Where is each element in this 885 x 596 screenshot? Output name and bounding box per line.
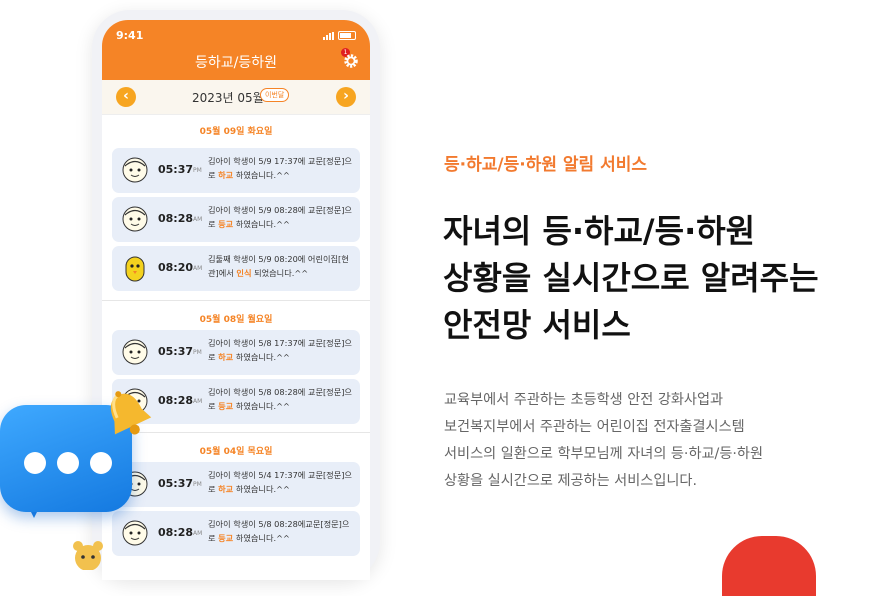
description-line: 보건복지부에서 주관하는 어린이집 전자출결시스템 <box>444 419 745 435</box>
event-ampm: AM <box>193 398 203 405</box>
yellow-chick-icon <box>125 256 145 282</box>
event-message: 김둘째 학생이 5/9 08:20에 어린이집[현관]에서 인식 되었습니다.^… <box>208 252 356 280</box>
event-message-suffix: 하였습니다.^^ <box>233 401 290 411</box>
event-time: 08:28 <box>158 212 194 225</box>
event-message: 김아이 학생이 5/8 17:37에 교문[정문]으로 하교 하였습니다.^^ <box>208 336 356 364</box>
event-status: 하교 <box>218 484 234 494</box>
event-message-suffix: 하였습니다.^^ <box>233 170 290 180</box>
headline-line: 상황을 실시간으로 알려주는 <box>443 259 819 297</box>
headline-line: 자녀의 등·하교/등·하원 <box>443 212 756 250</box>
phone-screen: 9:41 등하교/등하원 1 ‹ 2023년 05월 이번달 › 05월 09일… <box>102 20 370 580</box>
date-header: 05월 08일 월요일 <box>199 315 273 325</box>
event-message-suffix: 하였습니다.^^ <box>233 352 290 362</box>
event-message-suffix: 하였습니다.^^ <box>233 219 290 229</box>
description: 교육부에서 주관하는 초등학생 안전 강화사업과 보건복지부에서 주관하는 어린… <box>444 387 763 495</box>
event-time: 08:28 <box>158 526 194 539</box>
child-face-icon <box>122 520 148 546</box>
event-status: 등교 <box>218 219 234 229</box>
event-time: 05:37 <box>158 345 194 358</box>
event-message: 김아이 학생이 5/9 08:28에 교문[정문]으로 등교 하였습니다.^^ <box>208 203 356 231</box>
headline-line: 안전망 서비스 <box>443 306 631 344</box>
group-divider <box>102 300 370 301</box>
description-line: 교육부에서 주관하는 초등학생 안전 강화사업과 <box>444 392 724 408</box>
event-ampm: PM <box>193 167 202 174</box>
attendance-card[interactable]: 08:28 AM 김아이 학생이 5/8 08:28에교문[정문]으로 등교 하였습… <box>112 511 360 556</box>
date-header: 05월 04일 목요일 <box>199 447 273 457</box>
event-status: 하교 <box>218 352 234 362</box>
event-time: 05:37 <box>158 163 194 176</box>
bubble-dot <box>24 452 46 474</box>
event-time: 05:37 <box>158 477 194 490</box>
headline: 자녀의 등·하교/등·하원 상황을 실시간으로 알려주는 안전망 서비스 <box>443 208 819 349</box>
description-line: 서비스의 일환으로 학부모님께 자녀의 등·하교/등·하원 <box>444 446 763 462</box>
bell-icon <box>110 391 152 435</box>
event-status: 등교 <box>218 401 234 411</box>
event-status: 인식 <box>236 268 252 278</box>
child-face-icon <box>122 157 148 183</box>
attendance-card[interactable]: 08:20 AM 김둘째 학생이 5/9 08:20에 어린이집[현관]에서 인식 … <box>112 246 360 291</box>
event-time: 08:28 <box>158 394 194 407</box>
attendance-card[interactable]: 05:37 PM 김아이 학생이 5/8 17:37에 교문[정문]으로 하교 하였… <box>112 330 360 375</box>
event-ampm: AM <box>193 216 203 223</box>
child-face-icon <box>122 339 148 365</box>
bubble-dot <box>57 452 79 474</box>
event-ampm: PM <box>193 481 202 488</box>
child-face-icon <box>122 206 148 232</box>
attendance-card[interactable]: 05:37 PM 김아이 학생이 5/9 17:37에 교문[정문]으로 하교 하였… <box>112 148 360 193</box>
service-eyebrow: 등·하교/등·하원 알림 서비스 <box>444 155 648 175</box>
event-message: 김아이 학생이 5/4 17:37에 교문[정문]으로 하교 하였습니다.^^ <box>208 468 356 496</box>
event-message-suffix: 되었습니다.^^ <box>251 268 309 278</box>
event-status: 하교 <box>218 170 234 180</box>
event-message: 김아이 학생이 5/8 08:28에 교문[정문]으로 등교 하였습니다.^^ <box>208 385 356 413</box>
event-status: 등교 <box>218 533 234 543</box>
description-line: 상황을 실시간으로 제공하는 서비스입니다. <box>444 473 697 489</box>
decorative-red-shape <box>722 536 816 596</box>
event-message: 김아이 학생이 5/8 08:28에교문[정문]으로 등교 하였습니다.^^ <box>208 517 356 545</box>
event-message-suffix: 하였습니다.^^ <box>233 533 290 543</box>
event-ampm: AM <box>193 530 203 537</box>
attendance-feed: 05월 09일 화요일 05:37 PM 김아이 학생이 5/9 17:37에 교문[… <box>102 20 370 580</box>
event-ampm: PM <box>193 349 202 356</box>
date-header: 05월 09일 화요일 <box>199 127 273 137</box>
attendance-card[interactable]: 08:28 AM 김아이 학생이 5/9 08:28에 교문[정문]으로 등교 하였… <box>112 197 360 242</box>
event-message: 김아이 학생이 5/9 17:37에 교문[정문]으로 하교 하였습니다.^^ <box>208 154 356 182</box>
event-message-suffix: 하였습니다.^^ <box>233 484 290 494</box>
attendance-card[interactable]: 05:37 PM 김아이 학생이 5/4 17:37에 교문[정문]으로 하교 하였… <box>112 462 360 507</box>
mascot-icon <box>73 541 103 570</box>
bubble-dot <box>90 452 112 474</box>
event-time: 08:20 <box>158 261 194 274</box>
event-ampm: AM <box>193 265 203 272</box>
